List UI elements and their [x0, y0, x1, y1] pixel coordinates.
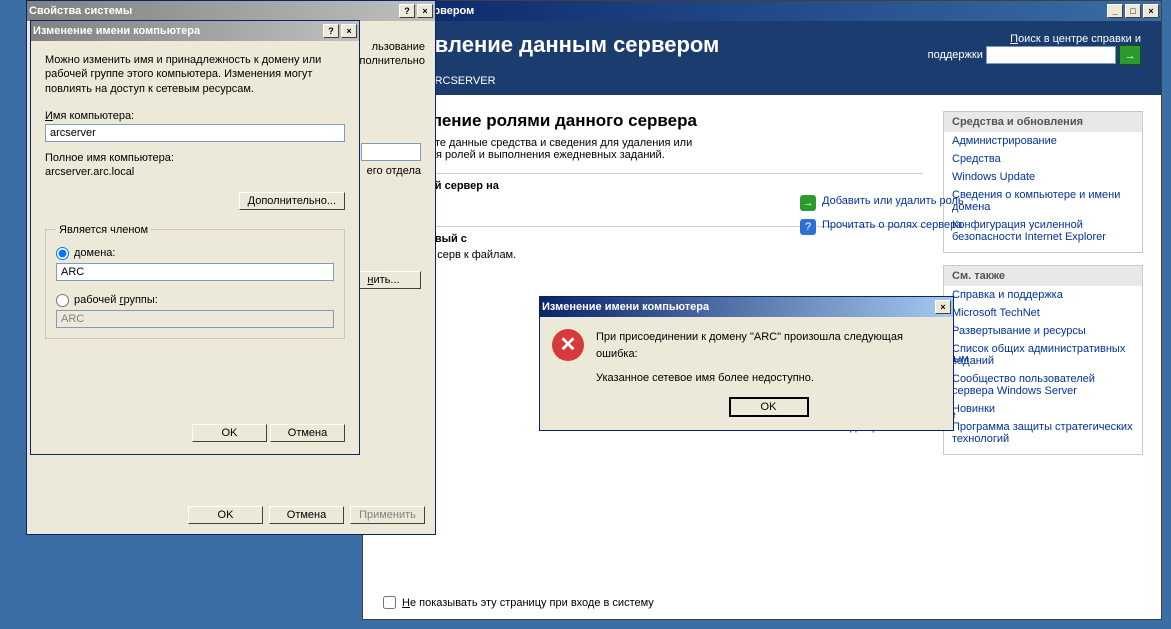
arrow-icon: → — [800, 195, 816, 211]
full-name-value: arcserver.arc.local — [45, 166, 345, 178]
minimize-button[interactable]: _ — [1107, 4, 1123, 18]
workgroup-radio-label[interactable]: рабочей группы: — [74, 294, 158, 306]
info-icon: ? — [800, 219, 816, 235]
rename-title: Изменение имени компьютера — [33, 25, 200, 37]
mgmt-titlebar[interactable]: е данным сервером _ □ × — [363, 1, 1161, 21]
domain-input[interactable] — [56, 263, 334, 281]
error-line2: Указанное сетевое имя более недоступно. — [596, 370, 941, 387]
dept-label: его отдела — [361, 165, 421, 177]
apply-button: Применить — [350, 506, 425, 524]
tab-advanced[interactable]: ополнительно — [353, 55, 425, 67]
side-link[interactable]: Администрирование — [944, 132, 1142, 150]
server-name-label: Сервер: ARCSERVER — [363, 75, 1161, 95]
tab-usage[interactable]: льзование — [353, 41, 425, 53]
computer-name-input[interactable] — [45, 124, 345, 142]
close-button[interactable]: × — [935, 300, 951, 314]
computer-name-label: Имя компьютера: — [45, 110, 345, 122]
close-button[interactable]: × — [341, 24, 357, 38]
dont-show-label: Не показывать эту страницу при входе в с… — [402, 597, 654, 609]
cancel-button[interactable]: Отмена — [269, 506, 344, 524]
error-line1: При присоединении к домену "ARC" произош… — [596, 329, 941, 362]
action-read-roles[interactable]: ?Прочитать о ролях сервера — [800, 219, 980, 235]
tools-head: Средства и обновления — [944, 112, 1142, 132]
dont-show-checkbox[interactable] — [383, 596, 396, 609]
maximize-button[interactable]: □ — [1125, 4, 1141, 18]
sysprops-title: Свойства системы — [29, 5, 132, 17]
full-name-label: Полное имя компьютера: — [45, 152, 345, 164]
error-icon: ✕ — [552, 329, 584, 361]
help-button[interactable]: ? — [323, 24, 339, 38]
error-titlebar[interactable]: Изменение имени компьютера × — [540, 297, 953, 317]
cancel-button[interactable]: Отмена — [270, 424, 345, 442]
roles-heading: Управление ролями данного сервера — [381, 111, 923, 131]
ok-button[interactable]: OK — [192, 424, 267, 442]
ok-button[interactable]: OK — [188, 506, 263, 524]
hidden-input[interactable] — [361, 143, 421, 161]
workgroup-input — [56, 310, 334, 328]
member-legend: Является членом — [56, 224, 151, 236]
action-add-role[interactable]: →Добавить или удалить роль — [800, 195, 980, 211]
sysprops-titlebar[interactable]: Свойства системы ? × — [27, 1, 435, 21]
rename-titlebar[interactable]: Изменение имени компьютера ? × — [31, 21, 359, 41]
search-go-button[interactable]: → — [1119, 45, 1141, 65]
rename-description: Можно изменить имя и принадлежность к до… — [45, 53, 345, 96]
server-section-head[interactable]: ▾ данный сервер на — [381, 173, 923, 196]
domain-radio-label[interactable]: домена: — [74, 247, 115, 259]
side-link[interactable]: Windows Update — [944, 168, 1142, 186]
rename-computer-dialog: Изменение имени компьютера ? × Можно изм… — [30, 20, 360, 455]
more-button[interactable]: Дополнительно... — [239, 192, 345, 210]
member-fieldset: Является членом домена: рабочей группы: — [45, 224, 345, 339]
ok-button[interactable]: OK — [729, 397, 809, 417]
domain-radio[interactable] — [56, 247, 69, 260]
error-dialog: Изменение имени компьютера × ✕ При присо… — [539, 296, 954, 431]
close-button[interactable]: × — [417, 4, 433, 18]
workgroup-radio[interactable] — [56, 294, 69, 307]
help-button[interactable]: ? — [399, 4, 415, 18]
close-button[interactable]: × — [1143, 4, 1159, 18]
side-link[interactable]: Средства — [944, 150, 1142, 168]
search-input[interactable] — [986, 46, 1116, 64]
error-title: Изменение имени компьютера — [542, 301, 709, 313]
